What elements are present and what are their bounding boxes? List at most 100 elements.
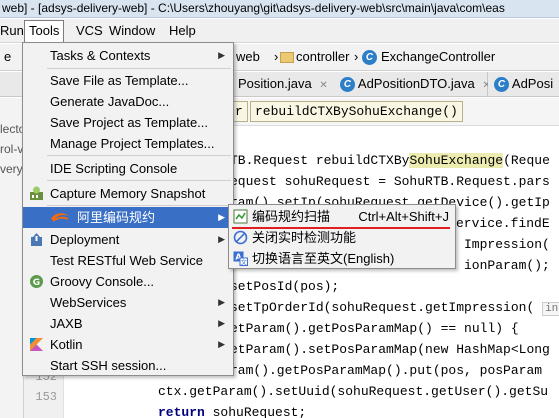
- menu-bar: Run Tools VCS Window Help: [0, 19, 559, 43]
- tools-menu: Tasks & Contexts ▶ Save File as Template…: [22, 42, 234, 376]
- svg-text:文: 文: [241, 259, 247, 267]
- code-text: sohuRequest;: [204, 405, 307, 418]
- nav-separator-icon: ›: [274, 49, 279, 64]
- menu-item-groovy-console[interactable]: G Groovy Console...: [23, 271, 233, 292]
- menu-item-label: Save Project as Template...: [50, 115, 209, 130]
- menu-separator: [47, 68, 231, 69]
- tab-adposi[interactable]: C AdPosi: [488, 72, 559, 96]
- code-line: return sohuRequest;: [158, 402, 306, 418]
- code-keyword: return: [158, 405, 205, 418]
- menu-item-alibaba-guidelines[interactable]: 阿里编码规约 ▶: [23, 207, 233, 228]
- code-text: (Reque: [503, 153, 550, 168]
- submenu-arrow-icon: ▶: [218, 50, 225, 60]
- deployment-icon: [31, 233, 42, 246]
- tab-position[interactable]: Position.java ✕: [232, 72, 335, 96]
- menu-window[interactable]: Window: [105, 20, 159, 42]
- submenu-item-label: 切换语言至英文(English): [252, 251, 395, 266]
- menu-item-generate-javadoc[interactable]: Generate JavaDoc...: [23, 91, 233, 112]
- class-icon: C: [494, 77, 509, 93]
- menu-item-label: Generate JavaDoc...: [50, 94, 170, 109]
- breadcrumb-method[interactable]: rebuildCTXBySohuExchange(): [250, 101, 463, 122]
- menu-item-deployment[interactable]: Deployment ▶: [23, 229, 233, 250]
- menu-item-label: Tasks & Contexts: [50, 48, 151, 63]
- project-item[interactable]: rol-v: [0, 142, 23, 156]
- shortcut-label: Ctrl+Alt+Shift+J: [358, 209, 449, 224]
- code-line: equest sohuRequest = SohuRTB.Request.par…: [230, 174, 550, 189]
- menu-item-label: Capture Memory Snapshot: [50, 186, 206, 201]
- code-text: setTpOrderId(sohuRequest.getImpression(: [230, 300, 535, 315]
- menu-item-label: Deployment: [50, 232, 120, 247]
- svg-text:G: G: [33, 278, 40, 288]
- submenu-item-scan[interactable]: 编码规约扫描 Ctrl+Alt+Shift+J: [229, 206, 455, 227]
- menu-item-label: 阿里编码规约: [77, 210, 156, 225]
- submenu-arrow-icon: ▶: [218, 318, 225, 328]
- tab-label: Position.java: [238, 76, 312, 91]
- code-line: ram().getPosParamMap().put(pos, posParam: [230, 363, 543, 378]
- code-highlight: SohuExchange: [409, 153, 504, 168]
- menu-item-label: Manage Project Templates...: [50, 136, 215, 151]
- project-item[interactable]: lecto: [0, 122, 23, 136]
- nav-separator-icon: ›: [354, 49, 359, 64]
- menu-item-label: Kotlin: [50, 337, 83, 352]
- menu-vcs[interactable]: VCS: [72, 20, 107, 42]
- menu-item-capture-memory[interactable]: Capture Memory Snapshot: [23, 183, 233, 204]
- code-line: etParam().setPosParamMap(new HashMap<Lon…: [230, 342, 550, 357]
- class-icon: C: [340, 77, 355, 93]
- menu-item-save-file-template[interactable]: Save File as Template...: [23, 70, 233, 91]
- scan-icon: [233, 209, 248, 224]
- menu-item-test-restful[interactable]: Test RESTful Web Service: [23, 250, 233, 271]
- menu-item-save-project-template[interactable]: Save Project as Template...: [23, 112, 233, 133]
- code-line: ionParam();: [464, 258, 550, 273]
- alibaba-icon: [51, 213, 69, 222]
- tab-label: AdPosi: [511, 76, 554, 91]
- submenu-item-label: 编码规约扫描: [252, 209, 331, 224]
- tab-adpositiondto[interactable]: C AdPositionDTO.java ✕: [334, 72, 491, 96]
- submenu-item-label: 关闭实时检测功能: [252, 230, 357, 245]
- code-line: setPosId(pos);: [230, 279, 340, 294]
- menu-separator: [47, 205, 231, 206]
- nav-folder-icon: [280, 49, 294, 64]
- code-line: etParam().getPosParamMap() == null) {: [230, 321, 519, 336]
- window-title: web] - [adsys-delivery-web] - C:\Users\z…: [0, 0, 559, 18]
- menu-item-label: IDE Scripting Console: [50, 161, 178, 176]
- submenu-item-switch-language[interactable]: A 文 切换语言至英文(English): [229, 248, 455, 269]
- code-line: TB.Request rebuildCTXBySohuExchange(Requ…: [230, 150, 550, 171]
- memory-snapshot-icon: [30, 186, 43, 200]
- menu-separator: [47, 155, 231, 156]
- tab-label: AdPositionDTO.java: [357, 76, 475, 91]
- menu-item-kotlin[interactable]: Kotlin ▶: [23, 334, 233, 355]
- submenu-arrow-icon: ▶: [218, 339, 225, 349]
- nav-controller[interactable]: controller: [296, 49, 349, 64]
- nav-prefix[interactable]: e: [4, 49, 11, 64]
- nav-class[interactable]: ExchangeController: [381, 49, 495, 64]
- submenu-arrow-icon: ▶: [218, 212, 225, 222]
- menu-help[interactable]: Help: [165, 20, 200, 42]
- menu-item-manage-templates[interactable]: Manage Project Templates...: [23, 133, 233, 154]
- code-text: TB.Request rebuildCTXBy: [230, 153, 410, 168]
- menu-separator: [47, 180, 231, 181]
- project-item[interactable]: very: [0, 162, 23, 176]
- nav-web[interactable]: web: [236, 49, 260, 64]
- param-hint: in: [542, 302, 559, 316]
- code-line: setTpOrderId(sohuRequest.getImpression( …: [230, 297, 559, 318]
- menu-item-jaxb[interactable]: JAXB ▶: [23, 313, 233, 334]
- menu-item-label: Save File as Template...: [50, 73, 189, 88]
- project-panel: lecto rol-v very: [0, 98, 24, 418]
- code-line: ervice.findE: [456, 216, 550, 231]
- code-line: Impression(: [464, 237, 550, 252]
- menu-tools[interactable]: Tools: [24, 20, 65, 42]
- menu-item-ide-scripting[interactable]: IDE Scripting Console: [23, 158, 233, 179]
- code-line: ctx.getParam().setUuid(sohuRequest.getUs…: [158, 384, 549, 399]
- line-number: 153: [35, 390, 57, 404]
- menu-item-webservices[interactable]: WebServices ▶: [23, 292, 233, 313]
- close-icon[interactable]: ✕: [319, 80, 327, 91]
- submenu-arrow-icon: ▶: [218, 234, 225, 244]
- language-icon: A 文: [233, 251, 248, 266]
- menu-item-label: Groovy Console...: [50, 274, 155, 289]
- submenu-item-disable-realtime[interactable]: 关闭实时检测功能: [229, 227, 455, 248]
- disable-icon: [233, 230, 248, 245]
- menu-item-tasks-contexts[interactable]: Tasks & Contexts ▶: [23, 45, 233, 66]
- highlight-underline: [232, 227, 450, 229]
- menu-item-label: JAXB: [50, 316, 83, 331]
- menu-item-start-ssh[interactable]: Start SSH session...: [23, 355, 233, 376]
